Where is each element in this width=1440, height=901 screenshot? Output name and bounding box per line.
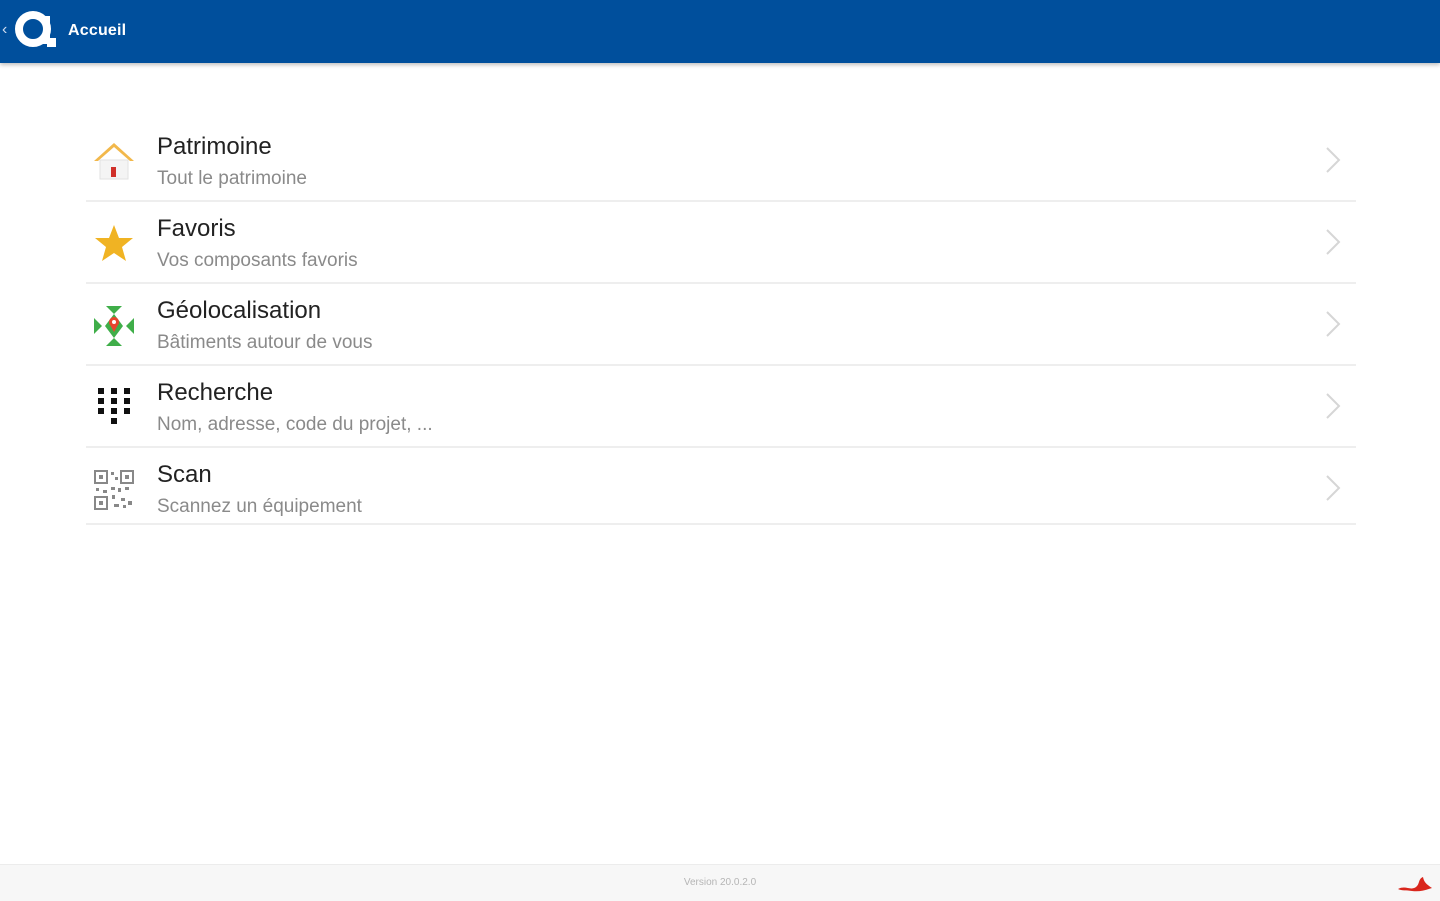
menu-item-title: Géolocalisation (157, 297, 322, 324)
menu-item-recherche[interactable]: Recherche Nom, adresse, code du projet, … (86, 366, 1356, 448)
footer-bar: Version 20.0.2.0 (0, 864, 1440, 901)
back-icon[interactable]: ‹ (2, 20, 7, 40)
menu-item-patrimoine[interactable]: Patrimoine Tout le patrimoine (86, 120, 1356, 202)
brand-logo-icon (1398, 877, 1432, 892)
menu-item-subtitle: Bâtiments autour de vous (157, 332, 373, 353)
menu-item-title: Recherche (157, 379, 274, 406)
app-header: ‹ Accueil (0, 0, 1440, 63)
chevron-right-icon (1326, 147, 1341, 173)
house-icon (94, 143, 134, 180)
menu-item-favoris[interactable]: Favoris Vos composants favoris (86, 202, 1356, 284)
chevron-right-icon (1326, 229, 1341, 255)
menu-item-subtitle: Vos composants favoris (157, 250, 358, 271)
menu-item-title: Patrimoine (157, 133, 272, 160)
keypad-icon (98, 388, 130, 424)
menu-item-subtitle: Scannez un équipement (157, 496, 362, 517)
star-icon (95, 225, 133, 261)
home-menu-list: Patrimoine Tout le patrimoine Favoris Vo… (86, 120, 1356, 525)
chevron-right-icon (1326, 475, 1341, 501)
menu-item-scan[interactable]: Scan Scannez un équipement (86, 448, 1356, 525)
map-pin-icon (94, 306, 134, 346)
qr-code-icon (94, 470, 134, 510)
menu-item-subtitle: Nom, adresse, code du projet, ... (157, 414, 433, 435)
page-title: Accueil (68, 22, 127, 39)
menu-item-subtitle: Tout le patrimoine (157, 168, 307, 189)
menu-item-title: Scan (157, 461, 212, 488)
menu-item-geolocalisation[interactable]: Géolocalisation Bâtiments autour de vous (86, 284, 1356, 366)
chevron-right-icon (1326, 311, 1341, 337)
version-label: Version 20.0.2.0 (683, 877, 757, 888)
menu-item-title: Favoris (157, 215, 236, 242)
chevron-right-icon (1326, 393, 1341, 419)
app-logo-icon[interactable] (14, 8, 60, 52)
